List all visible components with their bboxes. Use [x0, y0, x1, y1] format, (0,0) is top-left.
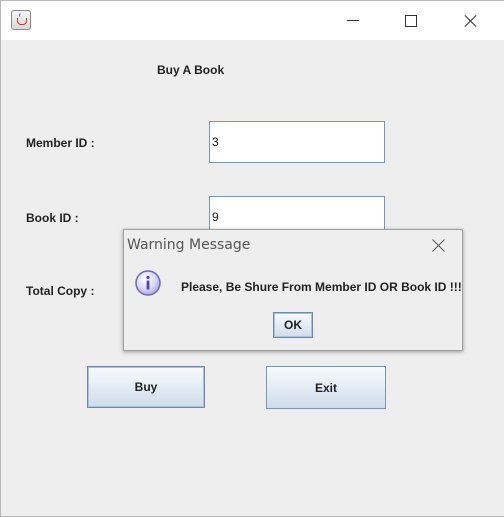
maximize-icon [405, 14, 417, 27]
buy-book-window: Buy A Book Member ID : 3 Book ID : 9 Tot… [0, 0, 504, 517]
dialog-title: Warning Message [127, 237, 251, 253]
minimize-button[interactable] [330, 1, 376, 40]
close-icon [464, 14, 478, 28]
member-id-field[interactable]: 3 [209, 121, 385, 163]
ok-button[interactable]: OK [273, 312, 313, 338]
title-bar[interactable] [1, 1, 504, 40]
dialog-close-icon[interactable] [429, 236, 449, 256]
member-id-label: Member ID : [26, 136, 95, 150]
exit-button[interactable]: Exit [266, 366, 386, 409]
java-cup-icon [11, 10, 31, 30]
maximize-button[interactable] [388, 1, 434, 40]
total-copy-label: Total Copy : [26, 284, 95, 298]
book-id-label: Book ID : [26, 211, 79, 225]
buy-button[interactable]: Buy [87, 366, 205, 408]
dialog-message: Please, Be Shure From Member ID OR Book … [181, 280, 462, 294]
page-title: Buy A Book [157, 63, 225, 77]
warning-dialog: Warning Message Please, Be Shure From Me… [123, 229, 463, 351]
info-icon [135, 270, 161, 296]
close-button[interactable] [448, 1, 494, 40]
minimize-icon [347, 20, 359, 21]
